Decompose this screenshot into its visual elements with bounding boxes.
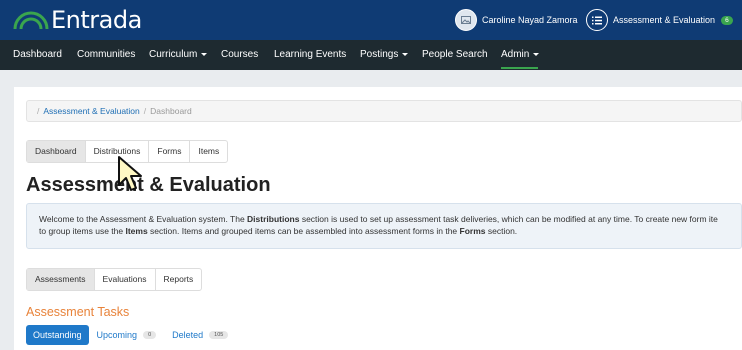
entrada-logo[interactable]: Entrada [13,6,142,34]
tab-forms[interactable]: Forms [149,141,191,162]
logo-text: Entrada [51,6,142,34]
deleted-count-badge: 105 [209,331,229,339]
nav-curriculum[interactable]: Curriculum [149,40,208,70]
list-icon [586,9,608,31]
nav-admin-label: Admin [501,49,530,60]
tab-items[interactable]: Items [190,141,227,162]
pill-upcoming[interactable]: Upcoming [97,330,138,340]
nav-learning-events[interactable]: Learning Events [274,40,346,70]
sub-tabs: Assessments Evaluations Reports [26,268,203,291]
welcome-line-1: Welcome to the Assessment & Evaluation s… [39,213,741,225]
entrada-arch-icon [13,11,49,30]
page-title: Assessment & Evaluation [26,174,271,196]
welcome-bold: Forms [459,226,486,236]
breadcrumb-link-ae[interactable]: Assessment & Evaluation [43,106,139,116]
user-menu[interactable]: Caroline Nayad Zamora [455,9,578,31]
welcome-text: section is used to set up assessment tas… [299,214,718,224]
welcome-bold: Distributions [247,214,300,224]
tab-evaluations[interactable]: Evaluations [95,269,156,290]
caret-down-icon [201,52,208,56]
welcome-message: Welcome to the Assessment & Evaluation s… [26,203,742,249]
breadcrumb-separator: / [143,106,147,116]
nav-dashboard[interactable]: Dashboard [13,40,62,70]
nav-people-search[interactable]: People Search [422,40,488,70]
caret-down-icon [533,52,540,56]
nav-postings[interactable]: Postings [360,40,409,70]
user-name: Caroline Nayad Zamora [482,15,578,25]
pill-outstanding[interactable]: Outstanding [26,325,89,345]
breadcrumb-current: Dashboard [150,106,192,116]
tab-reports[interactable]: Reports [156,269,202,290]
breadcrumb: / Assessment & Evaluation / Dashboard [26,100,742,122]
nav-courses[interactable]: Courses [221,40,258,70]
active-nav-indicator [501,67,538,69]
task-filter-pills: Outstanding Upcoming 0 Deleted 105 [26,325,229,345]
user-photo-icon [461,16,471,24]
module-label: Assessment & Evaluation [613,15,716,25]
welcome-bold: Items [125,226,148,236]
main-nav: Dashboard Communities Curriculum Courses… [0,40,742,70]
welcome-text: section. [485,226,518,236]
welcome-text: Welcome to the Assessment & Evaluation s… [39,214,248,224]
nav-admin[interactable]: Admin [501,40,540,70]
nav-postings-label: Postings [360,49,399,60]
upcoming-count-badge: 0 [143,331,157,339]
welcome-line-2: to group items use the Items section. It… [39,225,741,237]
caret-down-icon [402,52,409,56]
module-switcher[interactable]: Assessment & Evaluation 6 [586,9,733,31]
tab-assessments[interactable]: Assessments [27,269,95,290]
welcome-text: section. Items and grouped items can be … [147,226,460,236]
pill-deleted[interactable]: Deleted [172,330,203,340]
breadcrumb-separator: / [37,106,40,116]
avatar [455,9,477,31]
nav-curriculum-label: Curriculum [149,49,198,60]
notification-badge: 6 [721,15,733,25]
nav-communities[interactable]: Communities [77,40,135,70]
mouse-pointer-icon [118,156,142,191]
assessment-tasks-heading: Assessment Tasks [26,305,130,319]
tab-dashboard[interactable]: Dashboard [27,141,86,162]
top-header: Entrada Caroline Nayad Zamora Assessment… [0,0,742,40]
welcome-text: to group items use the [39,226,126,236]
